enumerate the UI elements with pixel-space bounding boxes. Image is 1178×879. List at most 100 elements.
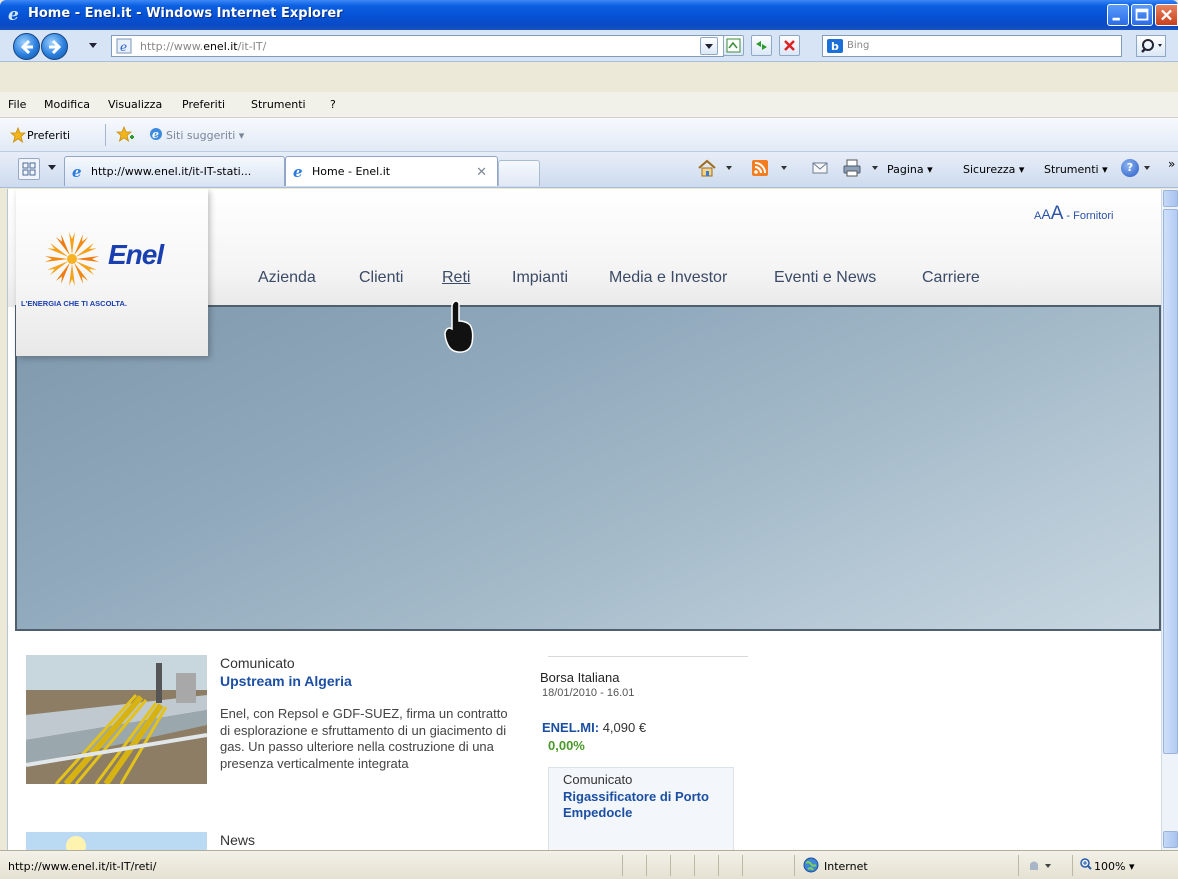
help-icon[interactable]: ? <box>1121 159 1139 177</box>
separator <box>718 855 719 876</box>
refresh-icon <box>756 41 767 50</box>
address-url[interactable]: http://www.enel.it/it-IT/ <box>140 40 266 53</box>
protected-mode-icon[interactable] <box>1028 858 1054 872</box>
printer-icon[interactable] <box>842 159 862 177</box>
tab-bar: e http://www.enel.it/it-IT-stati... e Ho… <box>0 152 1178 188</box>
address-bar[interactable]: e http://www.enel.it/it-IT/ <box>111 35 724 57</box>
text-size-controls[interactable]: AAA - Fornitori <box>1034 203 1114 225</box>
home-icon[interactable] <box>697 159 717 177</box>
search-input[interactable]: b Bing <box>822 35 1122 57</box>
menu-preferiti[interactable]: Preferiti <box>182 98 225 111</box>
favorites-bar: Preferiti e Siti suggeriti ▾ <box>0 118 1178 152</box>
zoom-level[interactable]: 100% ▾ <box>1094 860 1134 873</box>
menu-help[interactable]: ? <box>330 98 336 111</box>
nav-carriere[interactable]: Carriere <box>922 269 980 287</box>
sky-photo <box>26 832 207 850</box>
ie-globe-icon: e <box>150 128 162 141</box>
nav-media-investor[interactable]: Media e Investor <box>609 269 727 287</box>
browser-window: e Home - Enel.it - Windows Internet Expl… <box>0 0 1178 879</box>
page-viewport: AAA - Fornitori Azienda Clienti Reti Imp… <box>7 189 1161 850</box>
new-tab-button[interactable] <box>498 160 540 186</box>
nav-impianti[interactable]: Impianti <box>512 269 568 287</box>
ie-logo-icon: e <box>8 5 19 23</box>
stop-button[interactable] <box>779 35 800 56</box>
rss-feed-icon[interactable] <box>752 160 768 176</box>
compatibility-view-button[interactable] <box>723 35 744 56</box>
close-window-button[interactable] <box>1155 4 1178 26</box>
nav-reti[interactable]: Reti <box>442 269 470 287</box>
suggested-sites-button[interactable]: Siti suggeriti ▾ <box>166 129 244 142</box>
print-dropdown-icon[interactable] <box>872 166 878 170</box>
minimize-icon <box>1112 17 1120 21</box>
help-dropdown-icon[interactable] <box>1144 166 1150 170</box>
favorites-star-icon <box>10 127 26 143</box>
status-bar: http://www.enel.it/it-IT/reti/ Internet … <box>0 850 1178 879</box>
enel-logo[interactable]: Enel L'ENERGIA CHE TI ASCOLTA. <box>16 189 208 356</box>
menu-visualizza[interactable]: Visualizza <box>108 98 162 111</box>
fornitori-link[interactable]: Fornitori <box>1073 210 1113 222</box>
chevron-more-icon[interactable]: » <box>1168 157 1175 171</box>
enel-tagline: L'ENERGIA CHE TI ASCOLTA. <box>21 299 127 308</box>
recent-pages-dropdown-icon[interactable] <box>88 40 98 50</box>
menu-file[interactable]: File <box>8 98 26 111</box>
comunicato-title-link[interactable]: Rigassificatore di Porto Empedocle <box>563 789 723 821</box>
chevron-down-icon <box>705 44 713 49</box>
nav-eventi-news[interactable]: Eventi e News <box>774 269 876 287</box>
text-size-large[interactable]: A <box>1051 203 1064 224</box>
tab-enel-stati[interactable]: e http://www.enel.it/it-IT-stati... <box>64 156 285 186</box>
separator <box>794 855 795 876</box>
minimize-button[interactable] <box>1107 4 1129 26</box>
mail-icon[interactable] <box>812 162 828 174</box>
hand-pointer-cursor-icon <box>444 300 474 353</box>
menu-bar: File Modifica Visualizza Preferiti Strum… <box>0 92 1178 118</box>
nav-clienti[interactable]: Clienti <box>359 269 403 287</box>
close-tab-icon[interactable]: ✕ <box>476 165 487 180</box>
borsa-title: Borsa Italiana <box>540 670 620 685</box>
stock-quote: ENEL.MI: 4,090 € <box>542 720 647 735</box>
scroll-down-button[interactable] <box>1163 831 1178 848</box>
text-size-medium[interactable]: A <box>1041 206 1050 222</box>
svg-text:e: e <box>72 163 82 179</box>
quick-tabs-button[interactable] <box>18 158 40 180</box>
tab-home-enel[interactable]: e Home - Enel.it ✕ <box>285 156 498 186</box>
title-bar[interactable]: e Home - Enel.it - Windows Internet Expl… <box>0 0 1178 30</box>
feed-dropdown-icon[interactable] <box>781 166 787 170</box>
tab-list-dropdown-icon[interactable] <box>47 162 57 172</box>
separator <box>742 855 743 876</box>
security-menu[interactable]: Sicurezza ▾ <box>963 163 1024 176</box>
compatibility-icon <box>726 38 741 53</box>
address-dropdown-button[interactable] <box>700 37 718 55</box>
scroll-up-button[interactable] <box>1163 190 1178 207</box>
separator <box>646 855 647 876</box>
close-icon <box>1161 9 1172 21</box>
zoom-magnifier-icon <box>1080 858 1092 870</box>
news-title-link[interactable]: Upstream in Algeria <box>220 673 352 689</box>
menu-strumenti[interactable]: Strumenti <box>251 98 306 111</box>
scroll-thumb[interactable] <box>1163 209 1178 754</box>
maximize-button[interactable] <box>1131 4 1153 26</box>
svg-text:e: e <box>8 5 19 23</box>
tools-menu[interactable]: Strumenti ▾ <box>1044 163 1108 176</box>
security-zone[interactable]: Internet <box>824 860 868 873</box>
search-button[interactable] <box>1136 35 1166 57</box>
add-to-favorites-icon[interactable] <box>114 126 136 144</box>
news-image-upstream[interactable] <box>26 655 207 784</box>
comunicato-box[interactable]: Comunicato Rigassificatore di Porto Empe… <box>548 767 734 850</box>
home-dropdown-icon[interactable] <box>726 166 732 170</box>
svg-text:b: b <box>831 40 839 53</box>
separator <box>1072 855 1073 876</box>
stop-icon <box>784 40 795 51</box>
menu-modifica[interactable]: Modifica <box>44 98 90 111</box>
news-image-2[interactable] <box>26 832 207 850</box>
enel-sun-logo-icon <box>45 232 99 286</box>
nav-azienda[interactable]: Azienda <box>258 269 316 287</box>
magnifier-icon <box>1141 39 1162 53</box>
back-button[interactable] <box>13 33 40 60</box>
favorites-button[interactable]: Preferiti <box>27 129 70 142</box>
page-menu[interactable]: Pagina ▾ <box>887 163 933 176</box>
news-body-text: Enel, con Repsol e GDF-SUEZ, firma un co… <box>220 706 508 771</box>
vertical-scrollbar[interactable] <box>1161 189 1178 850</box>
separator <box>622 855 623 876</box>
refresh-button[interactable] <box>751 35 772 56</box>
forward-button[interactable] <box>41 33 68 60</box>
